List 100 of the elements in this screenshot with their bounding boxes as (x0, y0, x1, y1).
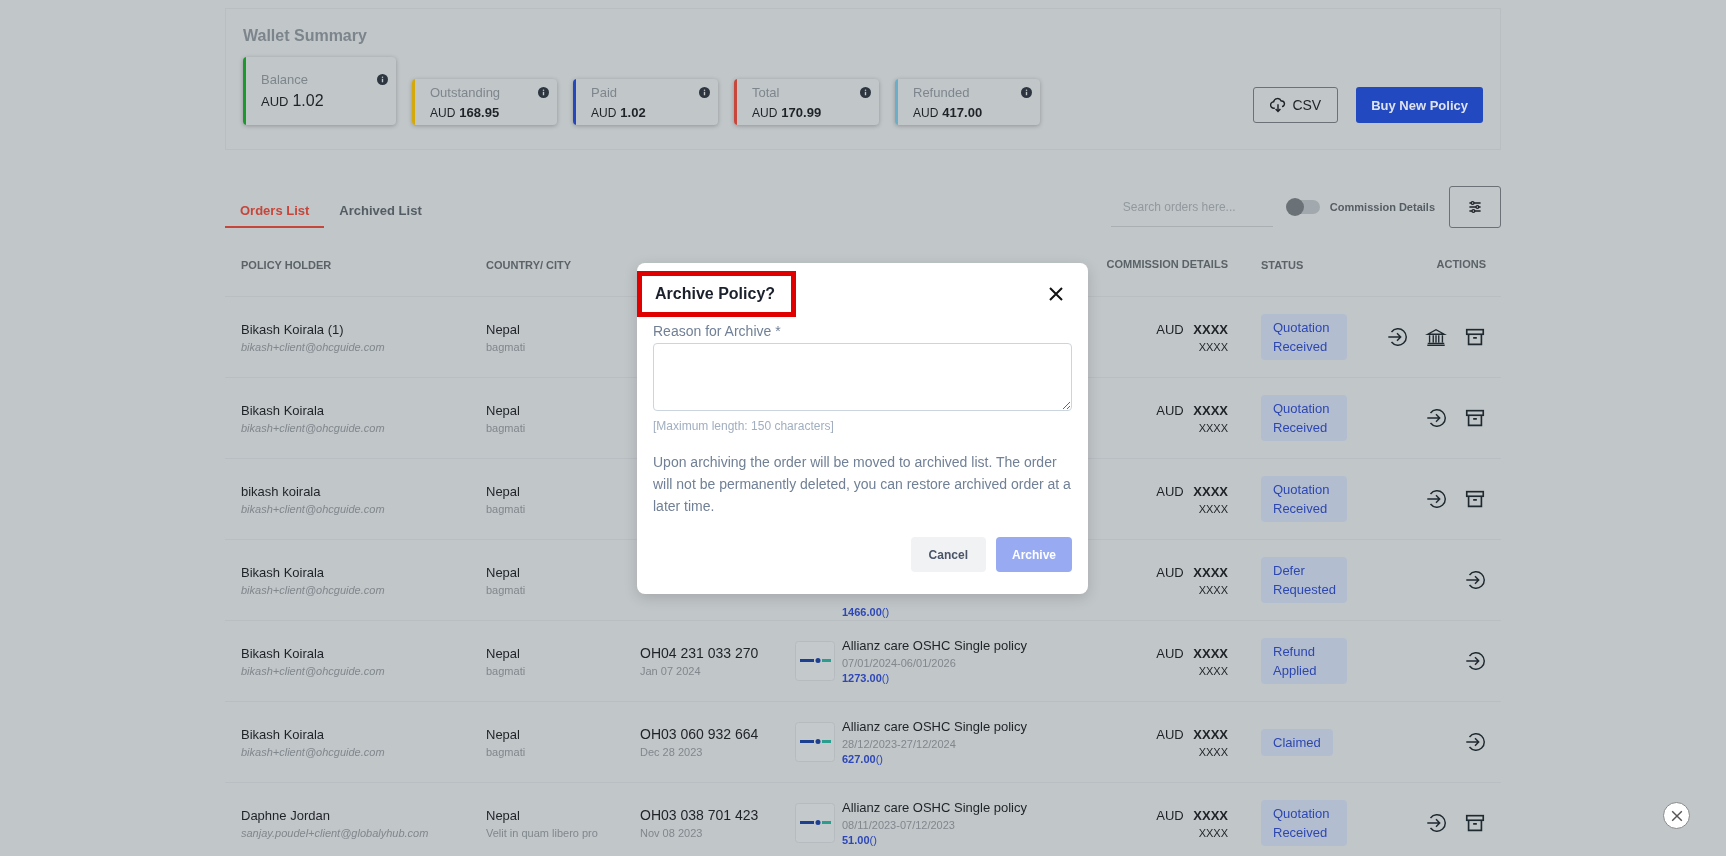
archive-icon[interactable] (1464, 488, 1486, 510)
commission-sub-amount: XXXX (1198, 502, 1228, 515)
insurer-logo (795, 803, 835, 843)
city-text: bagmati (486, 664, 527, 677)
city-text: bagmati (486, 340, 527, 353)
status-badge: Refund Applied (1261, 638, 1347, 684)
tab[interactable]: Archived List (324, 203, 437, 228)
holder-email: bikash+client@ohcguide.com (241, 421, 386, 434)
holder-email: bikash+client@ohcguide.com (241, 583, 386, 596)
product-price: 51.00 (842, 834, 870, 846)
coverage-period: 08/11/2023-07/12/2023 (842, 819, 956, 831)
buy-new-policy-button[interactable]: Buy New Policy (1356, 87, 1483, 123)
info-icon[interactable] (538, 86, 549, 98)
city-text: Velit in quam libero pro (486, 826, 599, 839)
status-badge: Quotation Received (1261, 476, 1347, 522)
arrow-circle-icon[interactable] (1464, 569, 1486, 591)
holder-name: Bikash Koirala (241, 645, 326, 661)
cloud-download-icon (1270, 97, 1287, 113)
info-icon[interactable] (1021, 86, 1032, 98)
arrow-circle-icon[interactable] (1425, 812, 1447, 834)
archive-icon[interactable] (1464, 812, 1486, 834)
country-text: Nepal (486, 321, 521, 337)
sliders-icon (1467, 199, 1483, 215)
card-amount: 417.00 (942, 104, 983, 120)
insurer-logo (795, 641, 835, 681)
card-label: Balance (261, 72, 308, 87)
bank-icon[interactable] (1425, 326, 1447, 348)
holder-name: Bikash Koirala (241, 726, 326, 742)
holder-email: bikash+client@ohcguide.com (241, 745, 386, 758)
column-header: POLICY HOLDER (241, 258, 332, 271)
status-badge: Defer Requested (1261, 557, 1347, 603)
cancel-button[interactable]: Cancel (910, 537, 986, 572)
column-header: COMMISSION DETAILS (1106, 257, 1228, 270)
reason-field[interactable] (653, 343, 1072, 411)
currency-label: AUD (430, 105, 456, 120)
card-label: Paid (591, 84, 618, 100)
commission-sub-amount: XXXX (1198, 826, 1228, 839)
close-button[interactable] (1663, 802, 1690, 829)
city-text: bagmati (486, 421, 527, 434)
status-badge: Quotation Received (1261, 395, 1347, 441)
card-amount: 170.99 (781, 104, 822, 120)
commission-sub-amount: XXXX (1198, 664, 1228, 677)
price-note: () (869, 834, 877, 846)
product-price: 1273.00 (842, 672, 882, 684)
commission-amount: AUD XXXX (1156, 402, 1228, 418)
holder-email: bikash+client@ohcguide.com (241, 502, 386, 515)
city-text: bagmati (486, 745, 527, 758)
arrow-circle-icon[interactable] (1464, 650, 1486, 672)
holder-email: sanjay.poudel+client@globalyhub.com (241, 826, 430, 839)
coverage-period: 07/01/2024-06/01/2026 (842, 657, 957, 669)
card-label: Total (752, 84, 780, 100)
card-amount: 1.02 (292, 92, 324, 110)
order-date: Jan 07 2024 (640, 665, 702, 677)
country-text: Nepal (486, 726, 521, 742)
column-header: COUNTRY/ CITY (486, 258, 572, 271)
city-text: bagmati (486, 502, 527, 515)
country-text: Nepal (486, 645, 521, 661)
close-icon (1048, 286, 1064, 302)
status-badge: Quotation Received (1261, 314, 1347, 360)
product-name: Allianz care OSHC Single policy (842, 800, 1027, 815)
commission-sub-amount: XXXX (1198, 745, 1228, 758)
arrow-circle-icon[interactable] (1425, 407, 1447, 429)
archive-icon[interactable] (1464, 407, 1486, 429)
csv-button[interactable]: CSV (1253, 87, 1339, 123)
field-hint: [Maximum length: 150 characters] (653, 419, 835, 433)
archive-icon[interactable] (1464, 326, 1486, 348)
coverage-period: 28/12/2023-27/12/2024 (842, 738, 957, 750)
card-label: Refunded (913, 84, 970, 100)
toggle-label: Commission Details (1329, 201, 1435, 213)
currency-label: AUD (752, 105, 778, 120)
price-note: () (875, 753, 883, 765)
commission-amount: AUD XXXX (1156, 564, 1228, 580)
arrow-circle-icon[interactable] (1386, 326, 1408, 348)
commission-amount: AUD XXXX (1156, 645, 1228, 661)
commission-sub-amount: XXXX (1198, 583, 1228, 596)
dialog-title: Archive Policy? (637, 271, 797, 317)
status-badge: Quotation Received (1261, 800, 1347, 846)
column-header: ACTIONS (1436, 257, 1486, 270)
info-icon[interactable] (377, 74, 388, 85)
holder-name: bikash koirala (241, 483, 322, 499)
product-price: 627.00 (842, 753, 876, 765)
product-name: Allianz care OSHC Single policy (842, 719, 1027, 734)
country-text: Nepal (486, 402, 521, 418)
holder-name: Bikash Koirala (1) (241, 321, 345, 337)
commission-amount: AUD XXXX (1156, 483, 1228, 499)
price-note: () (881, 672, 890, 684)
info-icon[interactable] (699, 86, 710, 98)
city-text: bagmati (486, 583, 527, 596)
filter-button[interactable] (1449, 186, 1501, 228)
arrow-circle-icon[interactable] (1425, 488, 1447, 510)
order-date: Dec 28 2023 (640, 746, 704, 758)
commission-sub-amount: XXXX (1198, 421, 1228, 434)
holder-email: bikash+client@ohcguide.com (241, 664, 386, 677)
toggle-switch[interactable] (1287, 200, 1320, 214)
currency-label: AUD (591, 105, 617, 120)
holder-name: Daphne Jordan (241, 807, 331, 823)
country-text: Nepal (486, 564, 521, 580)
info-icon[interactable] (860, 86, 871, 98)
arrow-circle-icon[interactable] (1464, 731, 1486, 753)
commission-amount: AUD XXXX (1156, 807, 1228, 823)
